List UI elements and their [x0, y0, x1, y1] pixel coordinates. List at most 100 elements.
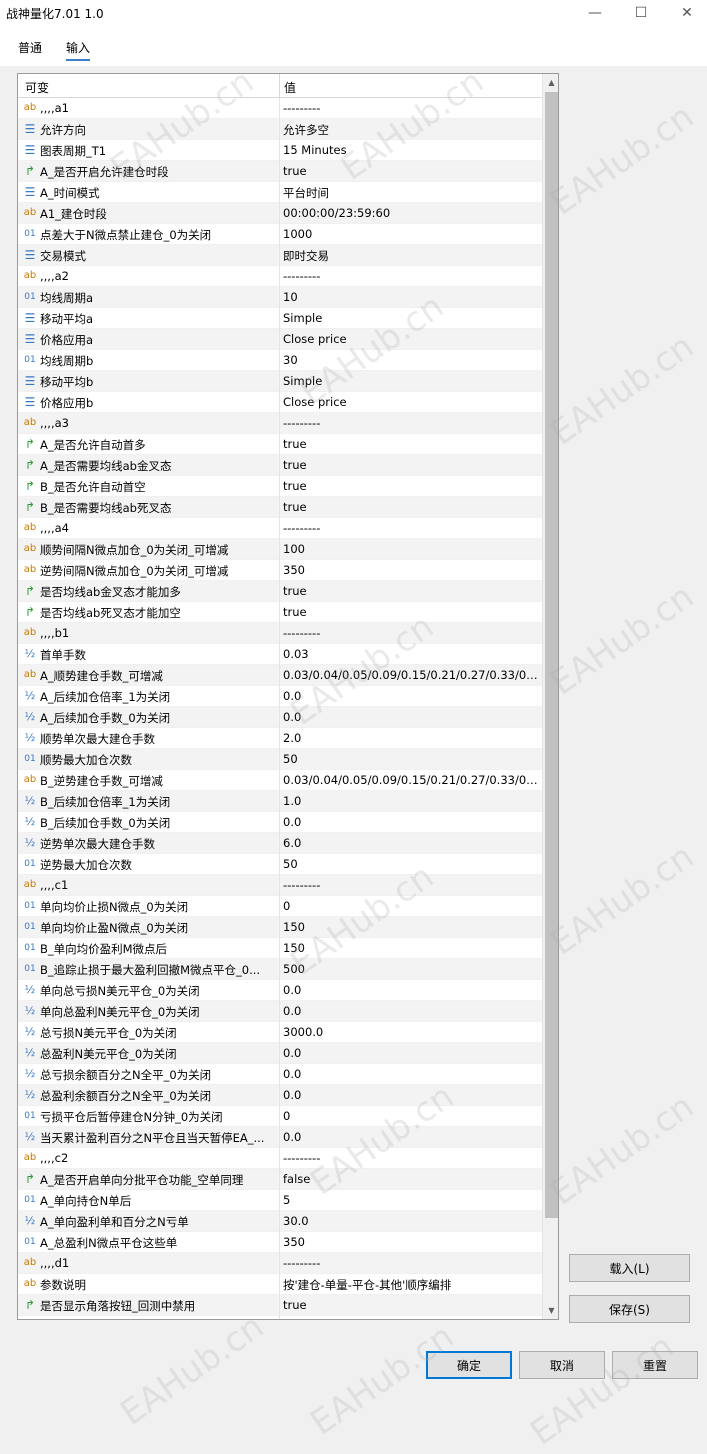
table-row[interactable]: ½ 总盈利余额百分之N全平_0为关闭 0.0	[18, 1085, 542, 1106]
table-row[interactable]: ↱ A_是否开启单向分批平仓功能_空单同理 false	[18, 1169, 542, 1190]
parameter-value[interactable]: 1000	[283, 227, 539, 241]
reset-button[interactable]: 重置	[612, 1351, 698, 1379]
vertical-scrollbar[interactable]: ▲ ▼	[542, 74, 558, 1319]
parameter-value[interactable]: Close price	[283, 395, 539, 409]
parameter-value[interactable]: Simple	[283, 374, 539, 388]
parameter-value[interactable]: 0.03/0.04/0.05/0.09/0.15/0.21/0.27/0.33/…	[283, 773, 539, 787]
parameter-value[interactable]: 0	[283, 899, 539, 913]
table-row[interactable]: 01 均线周期b 30	[18, 350, 542, 371]
table-row[interactable]: ☰ 移动平均a Simple	[18, 308, 542, 329]
maximize-icon[interactable]: ☐	[618, 0, 664, 26]
parameter-value[interactable]: 150	[283, 941, 539, 955]
table-row[interactable]: ½ 顺势单次最大建仓手数 2.0	[18, 728, 542, 749]
parameter-value[interactable]: 0	[283, 1109, 539, 1123]
table-row[interactable]: ↱ B_是否需要均线ab死叉态 true	[18, 497, 542, 518]
table-row[interactable]: ab 顺势间隔N微点加仓_0为关闭_可增减 100	[18, 539, 542, 560]
parameter-value[interactable]: 500	[283, 962, 539, 976]
table-row[interactable]: ☰ 图表周期_T1 15 Minutes	[18, 140, 542, 161]
parameter-value[interactable]: 0.0	[283, 689, 539, 703]
save-button[interactable]: 保存(S)	[569, 1295, 690, 1323]
parameter-value[interactable]: 0.03	[283, 647, 539, 661]
parameter-value[interactable]: 0.0	[283, 1046, 539, 1060]
column-header-variable[interactable]: 可变	[25, 79, 49, 96]
table-row[interactable]: ↱ B_是否允许自动首空 true	[18, 476, 542, 497]
parameter-value[interactable]: true	[283, 437, 539, 451]
parameter-value[interactable]: 0.0	[283, 1088, 539, 1102]
parameter-value[interactable]: 10	[283, 290, 539, 304]
minimize-icon[interactable]: —	[572, 0, 618, 26]
parameter-value[interactable]: 2.0	[283, 731, 539, 745]
table-row[interactable]: ab ,,,,c1 ---------	[18, 875, 542, 896]
parameter-value[interactable]: 平台时间	[283, 185, 539, 201]
parameter-value[interactable]: true	[283, 164, 539, 178]
table-row[interactable]: ☰ 允许方向 允许多空	[18, 119, 542, 140]
parameter-value[interactable]: Simple	[283, 311, 539, 325]
table-row[interactable]: ½ 总亏损余额百分之N全平_0为关闭 0.0	[18, 1064, 542, 1085]
parameter-value[interactable]: true	[283, 458, 539, 472]
parameter-value[interactable]: 0.0	[283, 815, 539, 829]
table-row[interactable]: ☰ 交易模式 即时交易	[18, 245, 542, 266]
parameter-value[interactable]: ---------	[283, 101, 539, 115]
load-button[interactable]: 载入(L)	[569, 1254, 690, 1282]
table-row[interactable]: ↱ 是否均线ab死叉态才能加空 true	[18, 602, 542, 623]
table-row[interactable]: ½ 总盈利N美元平仓_0为关闭 0.0	[18, 1043, 542, 1064]
table-row[interactable]: ½ A_单向盈利单和百分之N亏单 30.0	[18, 1211, 542, 1232]
parameter-value[interactable]: 即时交易	[283, 248, 539, 264]
parameter-value[interactable]: 350	[283, 563, 539, 577]
table-row[interactable]: ab ,,,,a1 ---------	[18, 98, 542, 119]
parameter-value[interactable]: 00:00:00/23:59:60	[283, 206, 539, 220]
parameter-value[interactable]: 0.0	[283, 710, 539, 724]
parameter-value[interactable]: 60	[283, 1319, 539, 1320]
parameter-value[interactable]: 100	[283, 542, 539, 556]
table-row[interactable]: 01 B_追踪止损于最大盈利回撤M微点平仓_0... 500	[18, 959, 542, 980]
parameter-value[interactable]: ---------	[283, 878, 539, 892]
table-row[interactable]: ab A_顺势建仓手数_可增减 0.03/0.04/0.05/0.09/0.15/0…	[18, 665, 542, 686]
parameter-value[interactable]: ---------	[283, 416, 539, 430]
parameter-value[interactable]: 15 Minutes	[283, 143, 539, 157]
table-row[interactable]: ↱ 是否显示角落按钮_回测中禁用 true	[18, 1295, 542, 1316]
parameter-value[interactable]: true	[283, 500, 539, 514]
table-row[interactable]: ab ,,,,a3 ---------	[18, 413, 542, 434]
parameter-value[interactable]: true	[283, 605, 539, 619]
table-row[interactable]: 01 B_单向均价盈利M微点后 150	[18, 938, 542, 959]
parameter-value[interactable]: 按'建仓-单量-平仓-其他'顺序编排	[283, 1277, 539, 1293]
table-row[interactable]: ½ A_后续加仓手数_0为关闭 0.0	[18, 707, 542, 728]
parameter-value[interactable]: ---------	[283, 521, 539, 535]
table-row[interactable]: ½ B_后续加仓倍率_1为关闭 1.0	[18, 791, 542, 812]
table-row[interactable]: ↱ A_是否允许自动首多 true	[18, 434, 542, 455]
parameter-value[interactable]: 30	[283, 353, 539, 367]
table-row[interactable]: 01 点差大于N微点禁止建仓_0为关闭 1000	[18, 224, 542, 245]
table-row[interactable]: ab ,,,,d1 ---------	[18, 1253, 542, 1274]
table-row[interactable]: 01角落显示持仓N秒以上订单_0为关闭 60	[18, 1316, 542, 1320]
parameter-value[interactable]: 0.0	[283, 1067, 539, 1081]
table-row[interactable]: ↱ A_是否需要均线ab金叉态 true	[18, 455, 542, 476]
table-row[interactable]: 01 顺势最大加仓次数 50	[18, 749, 542, 770]
table-row[interactable]: 01 逆势最大加仓次数 50	[18, 854, 542, 875]
scroll-down-icon[interactable]: ▼	[543, 1302, 558, 1319]
table-row[interactable]: ☰ 移动平均b Simple	[18, 371, 542, 392]
table-row[interactable]: 01 均线周期a 10	[18, 287, 542, 308]
table-row[interactable]: ½ 当天累计盈利百分之N平仓且当天暂停EA_... 0.0	[18, 1127, 542, 1148]
table-row[interactable]: ↱ 是否均线ab金叉态才能加多 true	[18, 581, 542, 602]
parameter-value[interactable]: 0.0	[283, 983, 539, 997]
parameter-value[interactable]: Close price	[283, 332, 539, 346]
table-row[interactable]: ☰ A_时间模式 平台时间	[18, 182, 542, 203]
table-row[interactable]: ab ,,,,b1 ---------	[18, 623, 542, 644]
parameter-value[interactable]: 350	[283, 1235, 539, 1249]
parameter-value[interactable]: false	[283, 1172, 539, 1186]
table-row[interactable]: ½ 单向总盈利N美元平仓_0为关闭 0.0	[18, 1001, 542, 1022]
table-row[interactable]: ab A1_建仓时段 00:00:00/23:59:60	[18, 203, 542, 224]
parameter-value[interactable]: 0.03/0.04/0.05/0.09/0.15/0.21/0.27/0.33/…	[283, 668, 539, 682]
table-row[interactable]: ½ 逆势单次最大建仓手数 6.0	[18, 833, 542, 854]
table-row[interactable]: ☰ 价格应用a Close price	[18, 329, 542, 350]
cancel-button[interactable]: 取消	[519, 1351, 605, 1379]
tab-inputs[interactable]: 输入	[66, 39, 91, 61]
parameter-value[interactable]: ---------	[283, 269, 539, 283]
parameter-value[interactable]: 6.0	[283, 836, 539, 850]
parameter-value[interactable]: 1.0	[283, 794, 539, 808]
parameter-value[interactable]: 3000.0	[283, 1025, 539, 1039]
parameter-value[interactable]: 5	[283, 1193, 539, 1207]
table-row[interactable]: ab B_逆势建仓手数_可增减 0.03/0.04/0.05/0.09/0.15/0…	[18, 770, 542, 791]
table-row[interactable]: 01 单向均价止盈N微点_0为关闭 150	[18, 917, 542, 938]
table-row[interactable]: ½ 首单手数 0.03	[18, 644, 542, 665]
